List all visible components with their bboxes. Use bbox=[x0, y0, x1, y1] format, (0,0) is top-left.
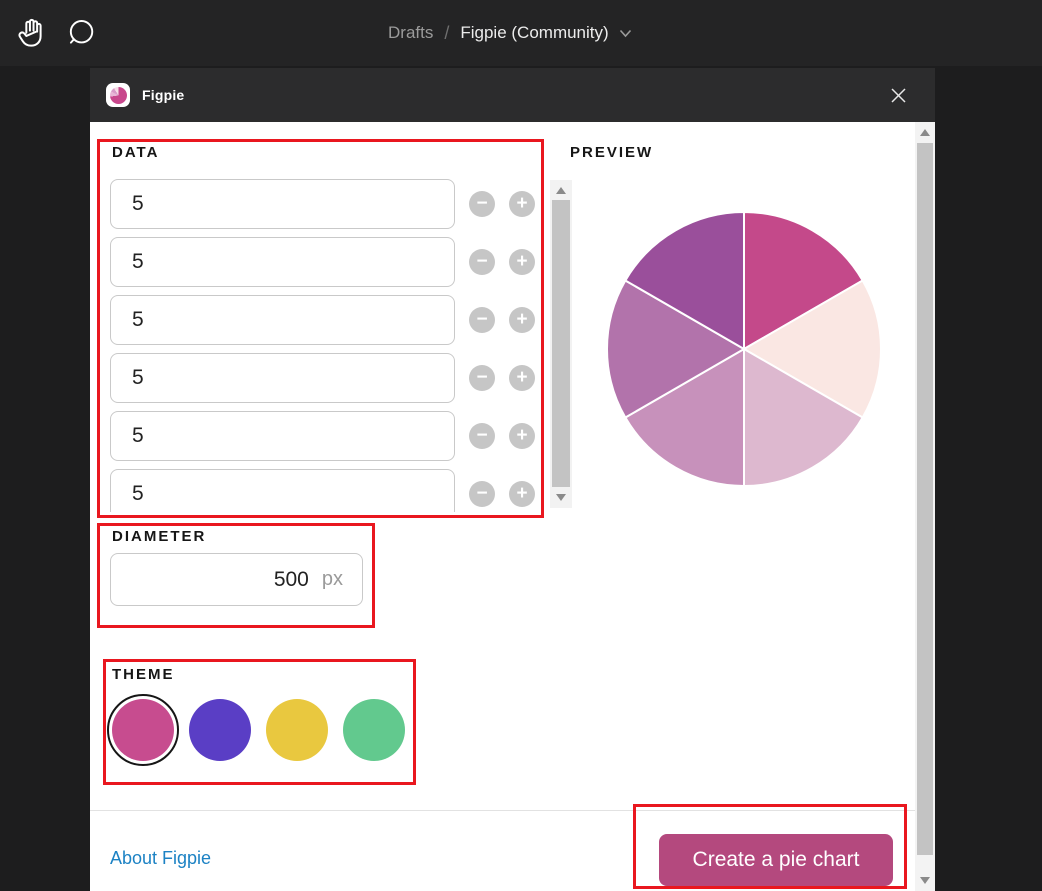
theme-swatch-purple[interactable] bbox=[189, 699, 251, 761]
scroll-up-arrow-icon[interactable] bbox=[920, 129, 930, 136]
diameter-value[interactable]: 500 bbox=[274, 568, 309, 592]
scroll-down-arrow-icon[interactable] bbox=[920, 877, 930, 884]
increment-button[interactable]: + bbox=[509, 365, 535, 391]
hand-icon bbox=[15, 17, 47, 49]
figma-toolbar: Drafts / Figpie (Community) bbox=[0, 0, 1042, 66]
plugin-header: Figpie bbox=[90, 68, 935, 122]
create-pie-chart-button[interactable]: Create a pie chart bbox=[659, 834, 893, 886]
decrement-button[interactable]: − bbox=[469, 423, 495, 449]
data-row: −+ bbox=[110, 411, 538, 461]
plugin-body: DATA −+−+−+−+−+−+ PREVIEW DIAMETER 500 p… bbox=[90, 122, 915, 891]
decrement-button[interactable]: − bbox=[469, 365, 495, 391]
decrement-button[interactable]: − bbox=[469, 481, 495, 507]
decrement-button[interactable]: − bbox=[469, 249, 495, 275]
comment-icon bbox=[66, 18, 96, 48]
data-row: −+ bbox=[110, 353, 538, 403]
data-row: −+ bbox=[110, 179, 538, 229]
theme-swatch-pink[interactable] bbox=[112, 699, 174, 761]
data-value-input[interactable] bbox=[110, 469, 455, 512]
data-value-input[interactable] bbox=[110, 411, 455, 461]
file-title-text: Figpie (Community) bbox=[460, 23, 608, 43]
close-button[interactable] bbox=[887, 84, 909, 106]
increment-button[interactable]: + bbox=[509, 481, 535, 507]
breadcrumb-folder[interactable]: Drafts bbox=[388, 23, 433, 43]
breadcrumb-separator: / bbox=[444, 23, 449, 44]
breadcrumb-file-title[interactable]: Figpie (Community) bbox=[460, 23, 631, 43]
data-scrollbar-thumb[interactable] bbox=[552, 200, 570, 487]
pie-chart-svg bbox=[605, 210, 883, 488]
preview-section-label: PREVIEW bbox=[570, 144, 653, 161]
footer-divider bbox=[90, 810, 915, 811]
breadcrumb: Drafts / Figpie (Community) bbox=[388, 0, 632, 66]
data-value-input[interactable] bbox=[110, 353, 455, 403]
figpie-pie-glyph bbox=[110, 87, 127, 104]
data-value-input[interactable] bbox=[110, 237, 455, 287]
data-row: −+ bbox=[110, 469, 538, 512]
data-value-input[interactable] bbox=[110, 295, 455, 345]
theme-swatch-row bbox=[112, 699, 405, 761]
increment-button[interactable]: + bbox=[509, 307, 535, 333]
scroll-down-arrow-icon[interactable] bbox=[556, 494, 566, 501]
window-scrollbar-thumb[interactable] bbox=[917, 143, 933, 855]
plugin-window-scrollbar[interactable] bbox=[915, 122, 935, 891]
pie-chart-preview bbox=[605, 210, 883, 488]
close-icon bbox=[890, 87, 907, 104]
figpie-plugin-window: Figpie DATA −+−+−+−+−+−+ PREVIEW DIAMETE… bbox=[90, 68, 935, 891]
diameter-input[interactable]: 500 px bbox=[110, 553, 363, 606]
decrement-button[interactable]: − bbox=[469, 307, 495, 333]
chevron-down-icon bbox=[619, 29, 632, 38]
increment-button[interactable]: + bbox=[509, 191, 535, 217]
decrement-button[interactable]: − bbox=[469, 191, 495, 217]
theme-section-label: THEME bbox=[112, 666, 175, 683]
data-row: −+ bbox=[110, 237, 538, 287]
diameter-section-label: DIAMETER bbox=[112, 528, 206, 545]
data-value-input[interactable] bbox=[110, 179, 455, 229]
hand-tool-button[interactable] bbox=[6, 0, 56, 66]
figpie-app-icon bbox=[106, 83, 130, 107]
data-list-scrollbar[interactable] bbox=[550, 180, 572, 508]
increment-button[interactable]: + bbox=[509, 423, 535, 449]
data-row: −+ bbox=[110, 295, 538, 345]
theme-swatch-yellow[interactable] bbox=[266, 699, 328, 761]
data-value-list: −+−+−+−+−+−+ bbox=[110, 179, 538, 512]
comment-tool-button[interactable] bbox=[58, 0, 104, 66]
diameter-unit-label: px bbox=[322, 568, 343, 591]
increment-button[interactable]: + bbox=[509, 249, 535, 275]
data-section-label: DATA bbox=[112, 144, 159, 161]
plugin-title: Figpie bbox=[142, 87, 184, 103]
about-figpie-link[interactable]: About Figpie bbox=[110, 848, 211, 869]
theme-swatch-green[interactable] bbox=[343, 699, 405, 761]
scroll-up-arrow-icon[interactable] bbox=[556, 187, 566, 194]
